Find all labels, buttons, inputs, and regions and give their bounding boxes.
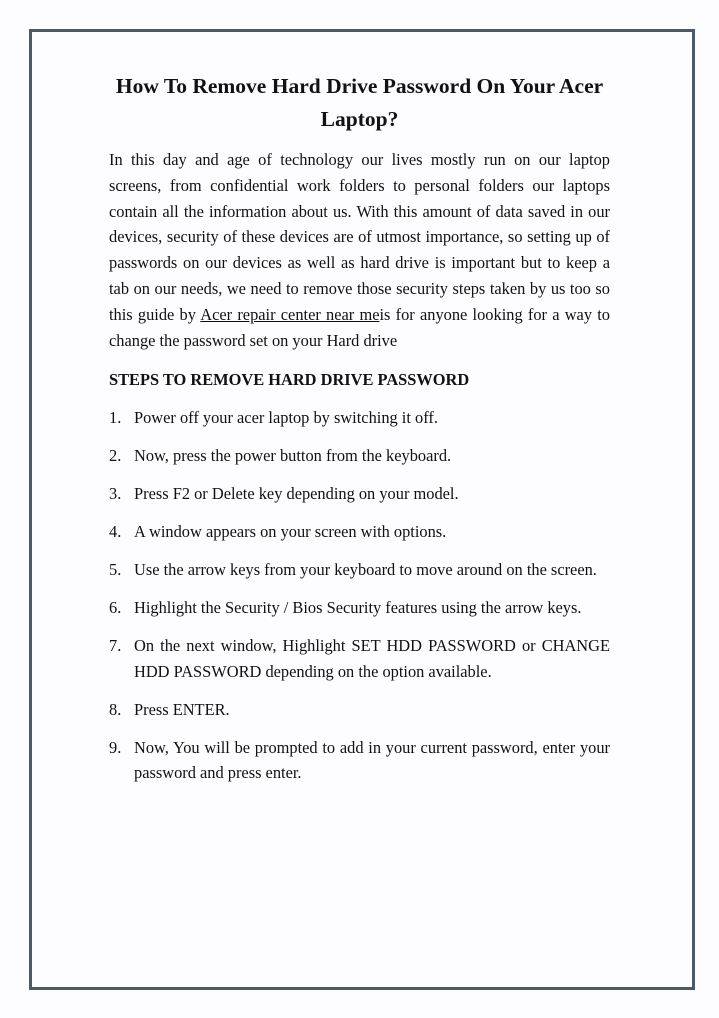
step-text: A window appears on your screen with opt…	[134, 522, 447, 542]
step-item: 6. Highlight the Security / Bios Security…	[109, 595, 610, 621]
step-number: 1.	[109, 408, 122, 428]
step-item: 7. On the next window, Highlight SET HDD …	[109, 633, 610, 684]
step-item: 5. Use the arrow keys from your keyboard …	[109, 557, 610, 583]
step-number: 4.	[109, 522, 122, 542]
step-text: Press F2 or Delete key depending on your…	[134, 484, 459, 504]
step-number: 3.	[109, 484, 122, 504]
steps-heading: STEPS TO REMOVE HARD DRIVE PASSWORD	[109, 370, 470, 390]
document-content: How To Remove Hard Drive Password On You…	[109, 70, 610, 798]
step-number: 8.	[109, 699, 122, 719]
step-item: 1. Power off your acer laptop by switchin…	[109, 405, 610, 431]
step-item: 9. Now, You will be prompted to add in yo…	[109, 735, 610, 786]
step-text: Power off your acer laptop by switching …	[134, 408, 438, 428]
step-text: Now, press the power button from the key…	[134, 446, 452, 466]
step-item: 4. A window appears on your screen with o…	[109, 519, 610, 545]
step-text: On the next window, Highlight SET HDD PA…	[134, 636, 610, 681]
step-item: 3. Press F2 or Delete key depending on yo…	[109, 481, 610, 507]
step-text: Now, You will be prompted to add in your…	[134, 737, 610, 783]
acer-repair-link[interactable]: Acer repair center near me	[200, 305, 379, 324]
step-number: 7.	[109, 636, 122, 656]
steps-list: 1. Power off your acer laptop by switchin…	[109, 405, 610, 786]
intro-text-before-link: In this day and age of technology our li…	[109, 150, 610, 324]
step-number: 9.	[109, 737, 122, 757]
step-text: Use the arrow keys from your keyboard to…	[134, 560, 597, 580]
step-number: 2.	[109, 446, 122, 466]
step-text: Press ENTER.	[134, 699, 230, 719]
step-item: 2. Now, press the power button from the k…	[109, 443, 610, 469]
step-number: 6.	[109, 598, 122, 618]
intro-paragraph: In this day and age of technology our li…	[109, 147, 610, 353]
step-text: Highlight the Security / Bios Security f…	[134, 598, 582, 618]
document-title: How To Remove Hard Drive Password On You…	[115, 74, 604, 131]
step-item: 8. Press ENTER.	[109, 697, 610, 723]
step-number: 5.	[109, 560, 122, 580]
